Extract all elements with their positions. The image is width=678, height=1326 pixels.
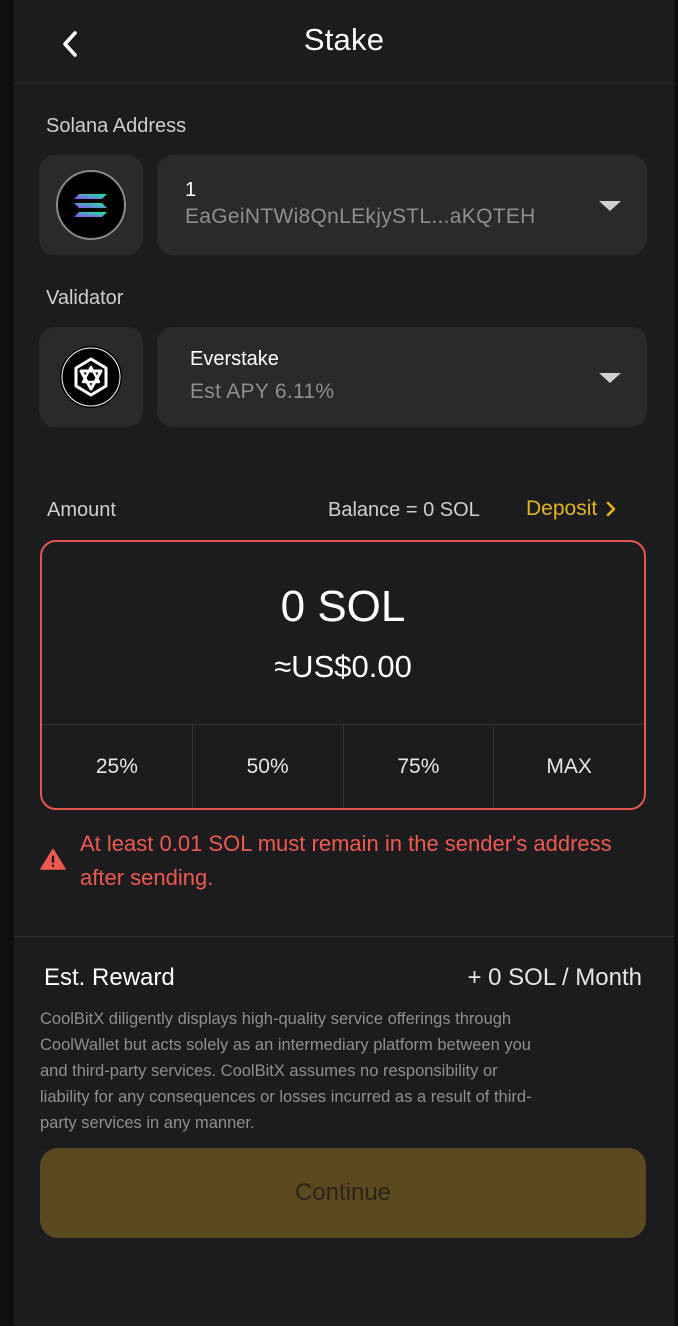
warning-message: At least 0.01 SOL must remain in the sen…: [80, 827, 678, 895]
stake-screen: Stake Solana Address 1 EaGeiNTWi8QnLEkjy…: [14, 0, 674, 1326]
percent-buttons: 25% 50% 75% MAX: [42, 724, 644, 808]
disclaimer-line-2: CoolWallet but acts solely as an interme…: [40, 1036, 531, 1054]
everstake-icon: [60, 346, 122, 408]
page-title: Stake: [303, 22, 385, 57]
solana-icon: [56, 170, 126, 240]
chevron-down-icon: [599, 201, 621, 211]
disclaimer-line-1: CoolBitX diligently displays high-qualit…: [40, 1010, 512, 1028]
deposit-link[interactable]: Deposit: [526, 497, 617, 521]
amount-input-box[interactable]: 0 SOL ≈US$0.00 25% 50% 75% MAX: [40, 540, 646, 810]
warning-line-2: after sending.: [80, 865, 214, 890]
address-select[interactable]: 1 EaGeiNTWi8QnLEkjySTL...aKQTEH: [157, 155, 647, 255]
validator-logo-box: [39, 327, 143, 427]
disclaimer-line-3: and third-party services. CoolBitX assum…: [40, 1062, 498, 1080]
balance-text: Balance = 0 SOL: [328, 499, 480, 521]
chevron-down-icon: [599, 373, 621, 383]
disclaimer-text: CoolBitX diligently displays high-qualit…: [40, 1006, 652, 1136]
disclaimer-line-5: party services in any manner.: [40, 1114, 255, 1132]
chevron-right-icon: [606, 501, 616, 517]
validator-select[interactable]: Everstake Est APY 6.11%: [157, 327, 647, 427]
percent-75-button[interactable]: 75%: [344, 725, 495, 808]
divider: [14, 936, 674, 937]
validator-label: Validator: [46, 287, 124, 309]
validator-apy: Est APY 6.11%: [190, 380, 335, 403]
deposit-label: Deposit: [526, 497, 598, 520]
continue-button[interactable]: Continue: [40, 1148, 646, 1238]
validator-name: Everstake: [190, 348, 279, 370]
account-name: 1: [185, 179, 197, 201]
amount-label: Amount: [47, 499, 116, 521]
reward-label: Est. Reward: [44, 964, 175, 991]
amount-usd-value: ≈US$0.00: [274, 649, 412, 684]
percent-50-button[interactable]: 50%: [193, 725, 344, 808]
window-edge: [674, 0, 678, 1326]
amount-sol-value[interactable]: 0 SOL: [42, 582, 644, 632]
solana-logo-box: [39, 155, 143, 255]
header: Stake: [14, 0, 674, 84]
account-address: EaGeiNTWi8QnLEkjySTL...aKQTEH: [185, 205, 536, 228]
warning-icon: [40, 848, 66, 870]
warning-line-1: At least 0.01 SOL must remain in the sen…: [80, 831, 612, 856]
reward-value: + 0 SOL / Month: [467, 964, 642, 991]
disclaimer-line-4: liability for any consequences or losses…: [40, 1088, 532, 1106]
percent-25-button[interactable]: 25%: [42, 725, 193, 808]
max-button[interactable]: MAX: [494, 725, 644, 808]
address-label: Solana Address: [46, 115, 187, 137]
